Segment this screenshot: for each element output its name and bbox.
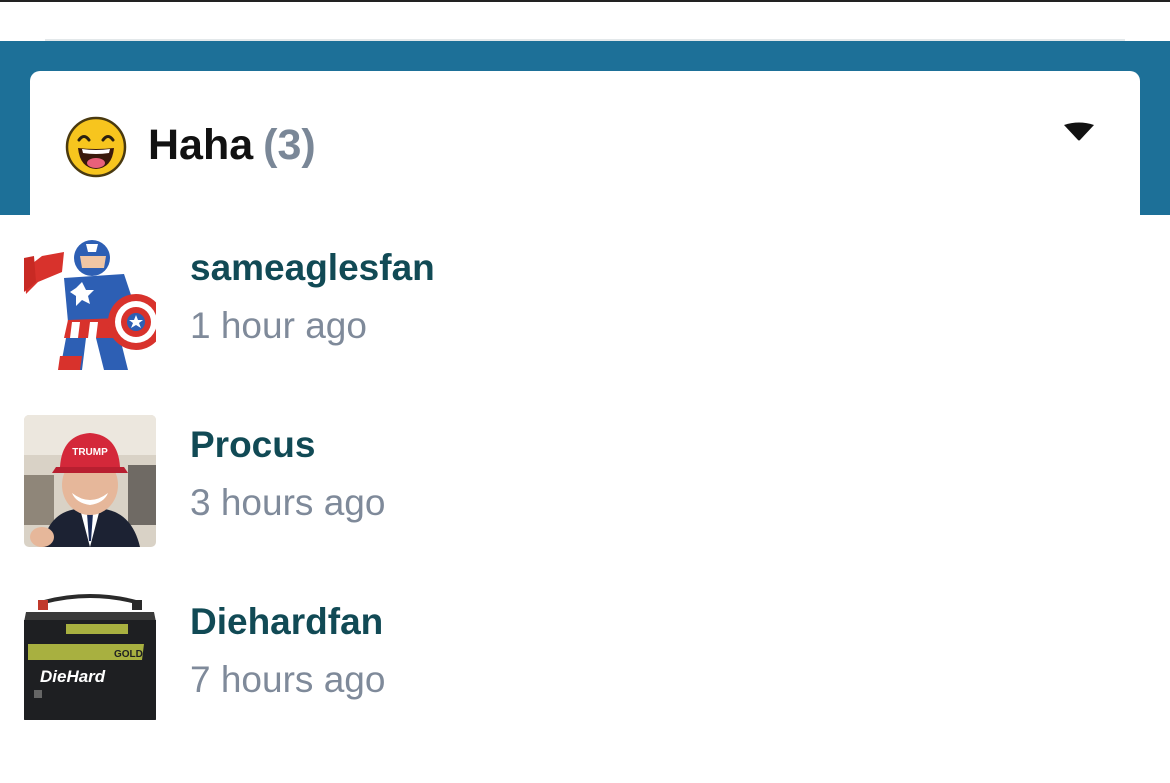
caret-down-icon[interactable] bbox=[1062, 121, 1096, 143]
user-row-sameaglesfan[interactable]: sameaglesfan 1 hour ago bbox=[0, 215, 1170, 370]
reaction-timestamp: 3 hours ago bbox=[190, 482, 386, 523]
captain-america-avatar[interactable] bbox=[24, 238, 156, 370]
username-link[interactable]: sameaglesfan bbox=[190, 247, 435, 289]
top-strip bbox=[0, 0, 1170, 41]
reaction-panel-header[interactable]: Haha (3) bbox=[30, 71, 1140, 231]
trump-hat-portrait-avatar[interactable]: TRUMP bbox=[24, 415, 156, 547]
laughing-face-icon bbox=[65, 116, 127, 178]
reaction-title: Haha (3) bbox=[148, 117, 316, 173]
username-link[interactable]: Procus bbox=[190, 424, 315, 466]
reaction-count: (3) bbox=[263, 121, 316, 169]
username-link[interactable]: Diehardfan bbox=[190, 601, 383, 643]
user-row-procus[interactable]: TRUMP Procus 3 hours ago bbox=[0, 392, 1170, 547]
reacted-users-list: sameaglesfan 1 hour ago TRUMP Procus 3 h… bbox=[0, 215, 1170, 783]
hat-text: TRUMP bbox=[72, 447, 108, 458]
reaction-timestamp: 7 hours ago bbox=[190, 659, 386, 700]
diehard-battery-avatar[interactable]: GOLD DieHard bbox=[24, 592, 156, 724]
reaction-label: Haha bbox=[148, 121, 254, 169]
battery-brand-text: DieHard bbox=[40, 667, 106, 686]
battery-gold-text: GOLD bbox=[114, 649, 143, 660]
reaction-timestamp: 1 hour ago bbox=[190, 305, 367, 346]
user-row-diehardfan[interactable]: GOLD DieHard Diehardfan 7 hours ago bbox=[0, 569, 1170, 724]
